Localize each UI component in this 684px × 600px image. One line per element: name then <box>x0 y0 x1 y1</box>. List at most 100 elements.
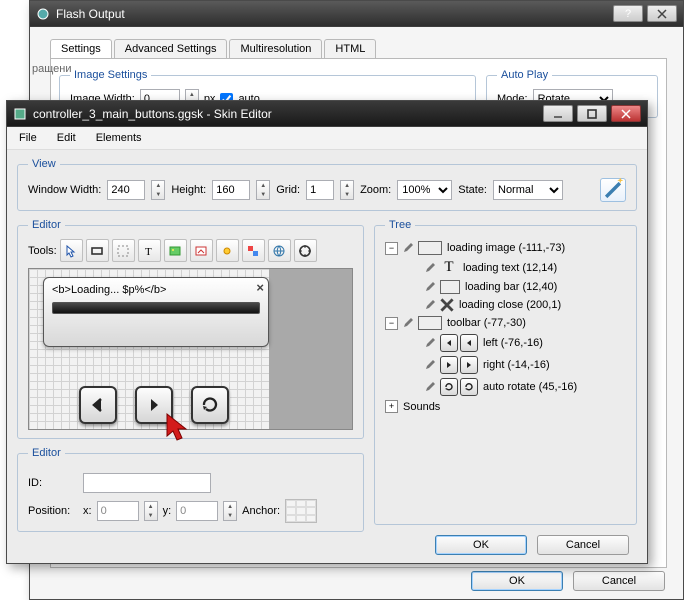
y-spinner[interactable]: ▲▼ <box>223 501 237 521</box>
view-group: View Window Width: ▲▼ Height: ▲▼ Grid: ▲… <box>17 158 637 211</box>
arrow-left-icon <box>440 334 458 352</box>
tree-node-left[interactable]: left (-76,-16) <box>385 332 626 354</box>
close-button[interactable] <box>647 5 677 22</box>
tree-label: Sounds <box>403 401 440 413</box>
x-label: x: <box>83 505 92 517</box>
expand-icon[interactable]: + <box>385 400 398 413</box>
pencil-icon <box>425 338 435 348</box>
tree-node-loading-image[interactable]: − loading image (-111,-73) <box>385 239 626 257</box>
menu-elements[interactable]: Elements <box>92 130 146 146</box>
tree-label: loading bar (12,40) <box>465 281 557 293</box>
tree-node-loading-close[interactable]: loading close (200,1) <box>385 296 626 314</box>
tree-node-sounds[interactable]: + Sounds <box>385 398 626 415</box>
y-label: y: <box>163 505 172 517</box>
zoom-select[interactable]: 100% <box>397 180 452 200</box>
truncated-text: ращени <box>32 63 72 75</box>
tool-target[interactable] <box>294 239 317 262</box>
magic-wand-button[interactable] <box>600 178 626 202</box>
editor-canvas[interactable]: × <b>Loading... $p%</b> <box>28 268 353 430</box>
loading-text: <b>Loading... $p%</b> <box>52 284 260 296</box>
tree-label: loading close (200,1) <box>459 299 561 311</box>
arrow-left-icon <box>460 334 478 352</box>
pencil-icon <box>403 243 413 253</box>
cancel-button[interactable]: Cancel <box>573 571 665 591</box>
collapse-icon[interactable]: − <box>385 242 398 255</box>
grid-spinner[interactable]: ▲▼ <box>340 180 354 200</box>
app-icon <box>36 7 50 21</box>
tool-text[interactable]: T <box>138 239 161 262</box>
pencil-icon <box>425 360 435 370</box>
tree-label: loading image (-111,-73) <box>447 242 565 254</box>
cancel-button[interactable]: Cancel <box>537 535 629 555</box>
tool-link[interactable] <box>268 239 291 262</box>
tree-label: auto rotate (45,-16) <box>483 381 577 393</box>
x-spinner[interactable]: ▲▼ <box>144 501 158 521</box>
window-width-spinner[interactable]: ▲▼ <box>151 180 165 200</box>
loading-box[interactable]: × <b>Loading... $p%</b> <box>43 277 269 347</box>
editor-props-legend: Editor <box>28 447 65 459</box>
x-input <box>97 501 139 521</box>
tree-node-toolbar[interactable]: − toolbar (-77,-30) <box>385 314 626 332</box>
flash-output-title: Flash Output <box>56 7 125 21</box>
tree-node-loading-bar[interactable]: loading bar (12,40) <box>385 278 626 296</box>
grid-label: Grid: <box>276 184 300 196</box>
tab-settings[interactable]: Settings <box>50 39 112 58</box>
window-width-input[interactable] <box>107 180 145 200</box>
nav-left-button[interactable] <box>79 386 117 424</box>
tab-html[interactable]: HTML <box>324 39 376 58</box>
close-icon <box>440 298 454 312</box>
window-width-label: Window Width: <box>28 184 101 196</box>
menu-edit[interactable]: Edit <box>53 130 80 146</box>
flash-output-titlebar[interactable]: Flash Output ? <box>30 1 683 27</box>
ok-button[interactable]: OK <box>435 535 527 555</box>
skin-editor-titlebar[interactable]: controller_3_main_buttons.ggsk - Skin Ed… <box>7 101 647 127</box>
loading-bar <box>52 302 260 314</box>
tree-label: loading text (12,14) <box>463 262 557 274</box>
image-settings-legend: Image Settings <box>70 69 151 81</box>
cursor-icon <box>164 412 192 444</box>
maximize-button[interactable] <box>577 105 607 122</box>
app-icon <box>13 107 27 121</box>
tool-color[interactable] <box>242 239 265 262</box>
tool-container[interactable] <box>112 239 135 262</box>
thumb-icon <box>418 241 442 255</box>
anchor-picker[interactable] <box>285 499 317 523</box>
tree-label: right (-14,-16) <box>483 359 550 371</box>
skin-editor-window: controller_3_main_buttons.ggsk - Skin Ed… <box>6 100 648 564</box>
tree-node-loading-text[interactable]: T loading text (12,14) <box>385 257 626 278</box>
minimize-button[interactable] <box>543 105 573 122</box>
view-legend: View <box>28 158 60 170</box>
height-input[interactable] <box>212 180 250 200</box>
tree-group: Tree − loading image (-111,-73) T loadin… <box>374 219 637 525</box>
tab-advanced-settings[interactable]: Advanced Settings <box>114 39 228 58</box>
arrow-right-icon <box>440 356 458 374</box>
zoom-label: Zoom: <box>360 184 391 196</box>
pencil-icon <box>425 263 435 273</box>
close-button[interactable] <box>611 105 641 122</box>
collapse-icon[interactable]: − <box>385 317 398 330</box>
tree-node-right[interactable]: right (-14,-16) <box>385 354 626 376</box>
skin-editor-title: controller_3_main_buttons.ggsk - Skin Ed… <box>33 107 272 121</box>
pencil-icon <box>425 282 435 292</box>
anchor-label: Anchor: <box>242 505 280 517</box>
tree-legend: Tree <box>385 219 415 231</box>
tab-multiresolution[interactable]: Multiresolution <box>229 39 322 58</box>
editor-legend: Editor <box>28 219 65 231</box>
help-button[interactable]: ? <box>613 5 643 22</box>
tool-node[interactable] <box>216 239 239 262</box>
tool-pointer[interactable] <box>60 239 83 262</box>
height-spinner[interactable]: ▲▼ <box>256 180 270 200</box>
tool-rectangle[interactable] <box>86 239 109 262</box>
state-select[interactable]: Normal <box>493 180 563 200</box>
close-icon[interactable]: × <box>256 280 264 295</box>
nav-autorotate-button[interactable] <box>191 386 229 424</box>
tool-image[interactable] <box>164 239 187 262</box>
tree-node-autorotate[interactable]: auto rotate (45,-16) <box>385 376 626 398</box>
grid-input[interactable] <box>306 180 334 200</box>
thumb-icon <box>418 316 442 330</box>
id-input <box>83 473 211 493</box>
tool-hotspot[interactable] <box>190 239 213 262</box>
menu-file[interactable]: File <box>15 130 41 146</box>
rotate-icon <box>460 378 478 396</box>
ok-button[interactable]: OK <box>471 571 563 591</box>
